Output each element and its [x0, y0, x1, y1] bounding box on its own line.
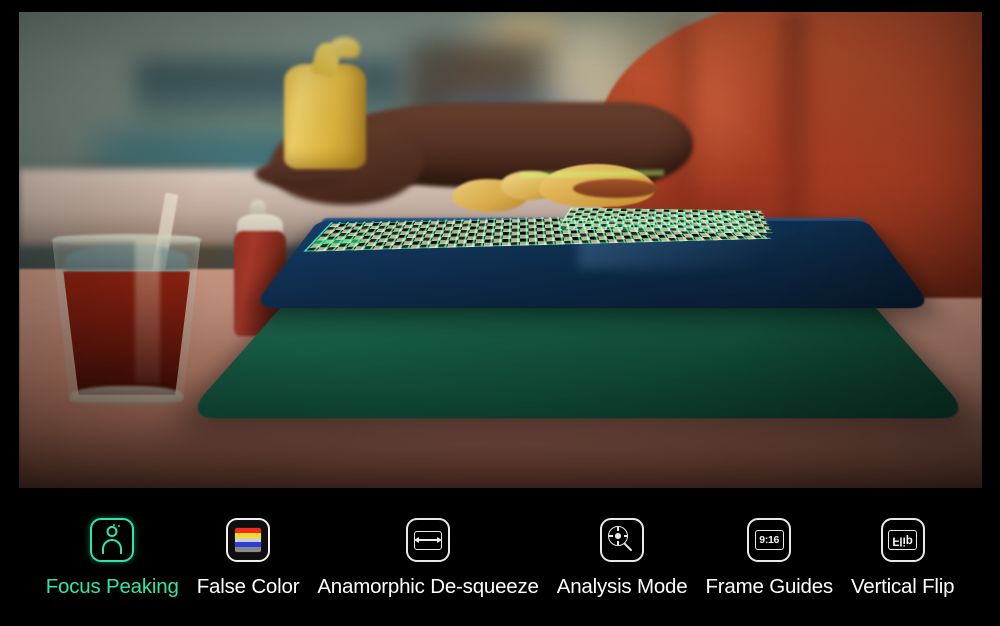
crosshair-tick-right — [624, 535, 628, 537]
mustard-bottle — [284, 64, 366, 169]
scene-render — [19, 12, 982, 488]
double-arrow-glyph — [419, 539, 437, 541]
tool-false-color-label: False Color — [197, 577, 300, 598]
video-frame[interactable] — [19, 12, 982, 488]
person-shoulders-shape — [102, 539, 122, 554]
toolbar-items: Focus Peaking False Color Anamorphic De-… — [37, 500, 964, 598]
camera-monitor-app: Focus Peaking False Color Anamorphic De-… — [0, 0, 1000, 626]
preview-viewer[interactable] — [0, 0, 1000, 500]
horizontal-resize-arrows-icon — [406, 518, 450, 562]
peaking-sparkle — [113, 524, 121, 532]
tool-vertical-flip[interactable]: Flip Vertical Flip — [842, 517, 963, 598]
anamorphic-inner-rect — [414, 531, 442, 550]
tool-analysis-mode[interactable]: Analysis Mode — [548, 517, 697, 598]
focus-peaking-overlay-paper-right — [557, 207, 773, 233]
magnifier-handle — [623, 542, 632, 551]
tool-analysis-label: Analysis Mode — [557, 577, 688, 598]
drink-glass-base — [71, 386, 183, 406]
crosshair-center-dot — [615, 533, 621, 539]
tool-frame-guides-icon-wrap: 9:16 — [746, 517, 792, 563]
color-bars-icon — [226, 518, 270, 562]
tool-false-color[interactable]: False Color — [188, 517, 309, 598]
shirt-fold-one — [770, 12, 818, 240]
tool-frame-guides[interactable]: 9:16 Frame Guides — [696, 517, 841, 598]
tool-anamorphic-de-squeeze[interactable]: Anamorphic De-squeeze — [308, 517, 547, 598]
monitoring-tools-toolbar: Focus Peaking False Color Anamorphic De-… — [0, 500, 1000, 626]
tool-anamorphic-label: Anamorphic De-squeeze — [317, 577, 538, 598]
tool-frame-guides-label: Frame Guides — [705, 577, 832, 598]
mustard-bottle-tip — [329, 37, 360, 58]
tool-focus-peaking-label: Focus Peaking — [46, 577, 179, 598]
person-glyph — [101, 526, 123, 554]
magnifier-glyph — [608, 526, 636, 554]
hot-dog-sausage — [573, 179, 660, 198]
tool-false-color-icon-wrap — [225, 517, 271, 563]
mirrored-text-box: Flip — [888, 530, 917, 550]
aspect-ratio-label: 9:16 — [755, 530, 784, 550]
crosshair-tick-left — [609, 535, 613, 537]
tool-vertical-flip-label: Vertical Flip — [851, 577, 954, 598]
tool-anamorphic-icon-wrap — [405, 517, 451, 563]
tool-vertical-flip-icon-wrap: Flip — [880, 517, 926, 563]
crosshair-tick-bottom — [617, 541, 619, 545]
aspect-ratio-icon: 9:16 — [747, 518, 791, 562]
drink-liquid — [63, 271, 190, 395]
color-bars-glyph — [234, 527, 262, 553]
mirrored-text-icon: Flip — [881, 518, 925, 562]
mirrored-flip-text: Flip — [892, 534, 912, 546]
green-tray — [183, 298, 972, 418]
color-bar-dark — [235, 547, 261, 552]
tool-analysis-icon-wrap — [599, 517, 645, 563]
drink-glass-sheen — [135, 240, 160, 383]
tool-focus-peaking-icon-wrap — [89, 517, 135, 563]
person-portrait-icon — [90, 518, 134, 562]
magnifier-crosshair-icon — [600, 518, 644, 562]
tool-focus-peaking[interactable]: Focus Peaking — [37, 517, 188, 598]
focus-peaking-overlay-tray-edge — [314, 238, 362, 245]
crosshair-tick-top — [617, 527, 619, 531]
